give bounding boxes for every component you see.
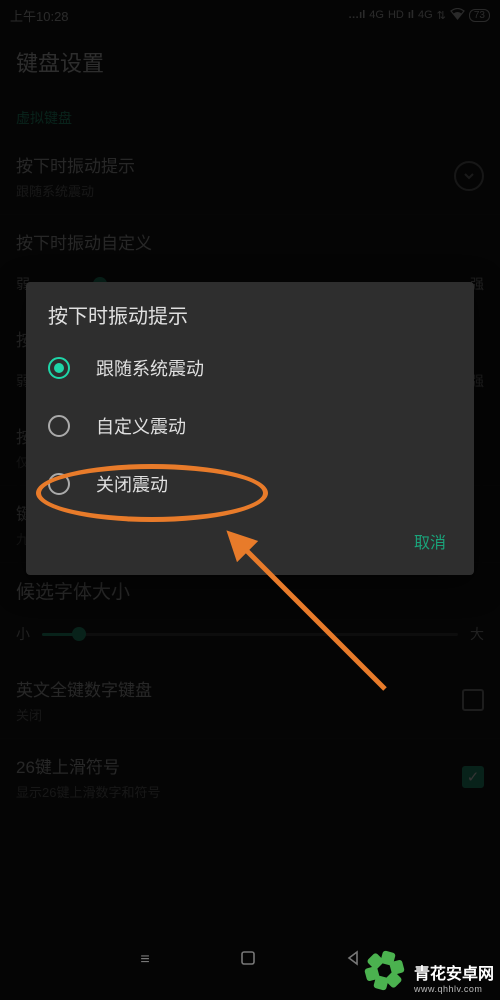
option-label: 跟随系统震动 xyxy=(96,355,204,381)
nav-recent-icon[interactable]: ≡ xyxy=(140,951,149,969)
nav-home-icon[interactable] xyxy=(240,950,256,971)
watermark-text: 青花安卓网 xyxy=(414,960,494,984)
dialog-option-off[interactable]: 关闭震动 xyxy=(26,455,474,513)
cancel-button[interactable]: 取消 xyxy=(404,521,456,561)
watermark-url: www.qhhlv.com xyxy=(414,984,494,994)
vibrate-dialog: 按下时振动提示 跟随系统震动 自定义震动 关闭震动 取消 xyxy=(26,282,474,575)
nav-back-icon[interactable] xyxy=(346,950,360,971)
radio-icon xyxy=(48,357,70,379)
dialog-option-custom[interactable]: 自定义震动 xyxy=(26,397,474,455)
watermark: 青花安卓网 www.qhhlv.com xyxy=(374,960,494,994)
option-label: 自定义震动 xyxy=(96,413,186,439)
watermark-logo-icon xyxy=(374,960,408,994)
radio-icon xyxy=(48,473,70,495)
dialog-option-follow-system[interactable]: 跟随系统震动 xyxy=(26,339,474,397)
radio-icon xyxy=(48,415,70,437)
dialog-title: 按下时振动提示 xyxy=(26,300,474,339)
option-label: 关闭震动 xyxy=(96,471,168,497)
